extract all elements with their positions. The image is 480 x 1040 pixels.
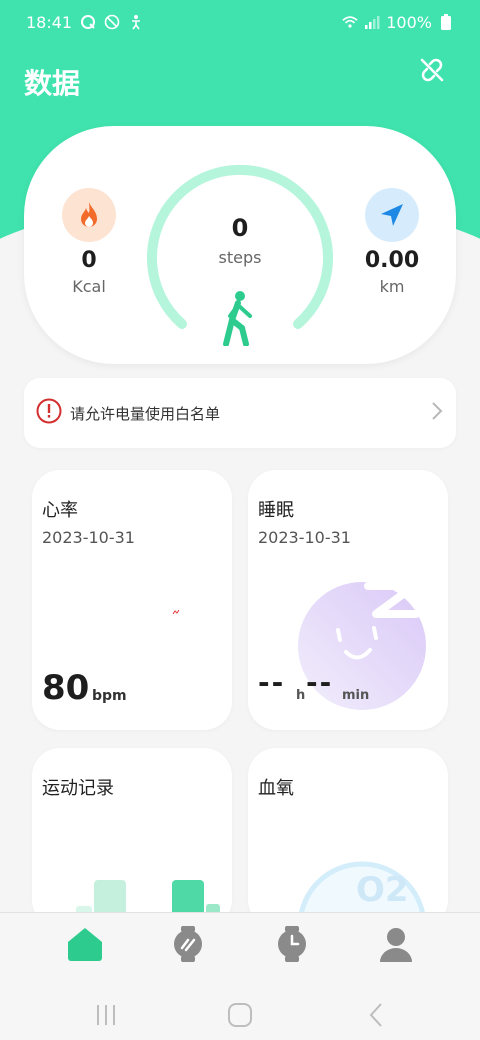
signal-icon xyxy=(364,14,380,30)
sleep-minutes-unit: min xyxy=(342,688,370,703)
sleep-card[interactable]: 睡眠 2023-10-31 -- h -- min xyxy=(248,470,448,730)
banner-text: 请允许电量使用白名单 xyxy=(70,404,221,423)
system-navigation-bar xyxy=(0,997,480,1040)
recent-apps-button[interactable] xyxy=(86,997,126,1037)
heart-rate-unit: bpm xyxy=(92,688,127,704)
steps-value: 0 xyxy=(231,214,249,242)
walking-person-icon xyxy=(220,290,256,350)
steps-unit: steps xyxy=(218,248,262,267)
watch-band-icon xyxy=(171,926,205,966)
unlink-icon xyxy=(418,56,446,88)
page-title: 数据 xyxy=(24,67,81,100)
exercise-record-card[interactable]: 运动记录 xyxy=(32,748,232,928)
activity-summary-card[interactable]: 0 Kcal 0 steps 0.00 km xyxy=(24,126,456,364)
app-notification-icon xyxy=(80,14,96,30)
distance-unit: km xyxy=(379,277,405,296)
watch-face-icon xyxy=(275,926,309,966)
user-icon xyxy=(378,926,414,966)
heart-rate-value: 80 xyxy=(42,668,90,708)
distance-metric: 0.00 km xyxy=(337,188,447,296)
home-icon xyxy=(66,926,104,966)
nav-watch-face[interactable] xyxy=(269,923,315,969)
blood-oxygen-card[interactable]: 血氧 O2 xyxy=(248,748,448,928)
heart-rate-title: 心率 xyxy=(42,500,78,521)
accessibility-icon xyxy=(128,14,144,30)
chevron-right-icon xyxy=(430,400,444,426)
nav-home[interactable] xyxy=(62,923,108,969)
sleep-hours-unit: h xyxy=(296,688,306,703)
heart-rate-card[interactable]: 心率 2023-10-31 80 bpm xyxy=(32,470,232,730)
nav-profile[interactable] xyxy=(373,923,419,969)
sleep-title: 睡眠 xyxy=(258,500,294,521)
back-button[interactable] xyxy=(356,997,396,1037)
distance-value: 0.00 xyxy=(364,248,420,273)
oxygen-badge-text: O2 xyxy=(356,870,409,910)
status-time: 18:41 xyxy=(26,12,73,32)
back-icon xyxy=(368,1002,384,1032)
recent-apps-icon xyxy=(94,1003,118,1031)
calories-metric: 0 Kcal xyxy=(34,188,144,296)
wifi-icon xyxy=(342,14,358,30)
calories-value: 0 xyxy=(81,248,97,273)
heart-rate-sparkline xyxy=(172,600,180,619)
flame-icon xyxy=(62,188,116,242)
calories-unit: Kcal xyxy=(72,277,106,296)
bottom-navigation xyxy=(0,912,480,1040)
no-disturb-icon xyxy=(104,14,120,30)
nav-device[interactable] xyxy=(165,923,211,969)
sleep-hours-value: -- xyxy=(258,666,286,699)
exercise-title: 运动记录 xyxy=(42,778,114,799)
battery-whitelist-banner[interactable]: 请允许电量使用白名单 xyxy=(24,378,456,448)
sleep-date: 2023-10-31 xyxy=(258,528,351,547)
battery-percent: 100% xyxy=(386,12,432,32)
heart-rate-date: 2023-10-31 xyxy=(42,528,135,547)
navigation-arrow-icon xyxy=(365,188,419,242)
unlink-device-button[interactable] xyxy=(416,56,448,88)
sleep-minutes-value: -- xyxy=(306,666,334,699)
status-bar: 18:41 100% xyxy=(0,0,480,44)
system-home-button[interactable] xyxy=(220,997,260,1037)
alert-circle-icon xyxy=(36,398,62,428)
battery-icon xyxy=(438,14,454,30)
blood-oxygen-title: 血氧 xyxy=(258,778,294,799)
system-home-icon xyxy=(227,1002,253,1032)
